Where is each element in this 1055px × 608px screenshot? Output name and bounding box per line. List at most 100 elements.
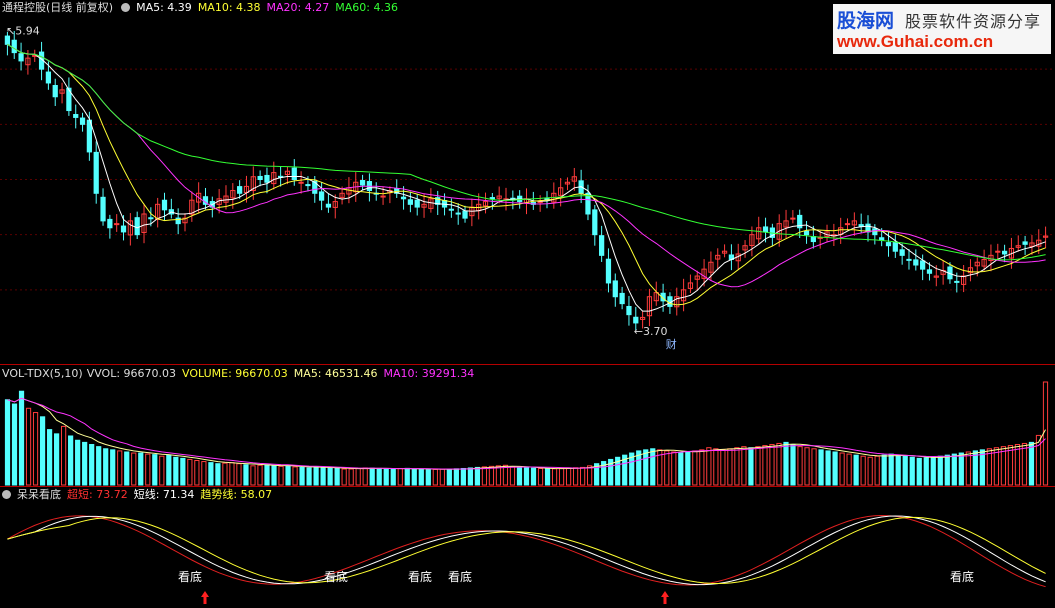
volume-bar: [699, 449, 705, 486]
volume-bar: [825, 450, 831, 486]
volume-bar: [1000, 446, 1007, 486]
volume-bar: [467, 467, 473, 486]
finance-marker: 财: [666, 337, 677, 351]
volume-bar: [530, 467, 537, 486]
volume-bar: [537, 467, 544, 486]
volume-bar: [804, 447, 810, 486]
volume-bar: [159, 455, 165, 486]
volume-bar: [446, 468, 452, 486]
volume-bar: [516, 466, 523, 486]
volume-bar: [643, 449, 649, 486]
candle-body: [913, 259, 919, 266]
candle-body: [86, 119, 92, 153]
volume-bar: [741, 446, 747, 486]
volume-bar: [25, 407, 32, 486]
volume-bar: [68, 435, 74, 486]
volume-bar: [320, 466, 326, 486]
volume-bar: [131, 452, 137, 486]
candle-body: [633, 316, 639, 324]
volume-bar: [874, 455, 880, 486]
candle-body: [11, 39, 17, 54]
volume-bar: [930, 456, 936, 486]
chart-canvas[interactable]: ↖5.94 ←3.70财 看底 看底 看底 看底 看底: [0, 0, 1055, 608]
candle-body: [762, 226, 769, 233]
candle-body: [612, 280, 618, 298]
volume-bar: [257, 464, 263, 486]
volume-bar: [916, 457, 922, 486]
volume-bar: [888, 453, 894, 486]
volume-bar: [832, 451, 838, 486]
candle-body: [810, 236, 816, 243]
candle-body: [45, 71, 52, 84]
volume-bar: [565, 467, 572, 486]
volume-bar: [818, 449, 824, 486]
volume-bar: [881, 454, 887, 486]
candle-body: [926, 269, 933, 274]
volume-bar: [720, 449, 726, 486]
volume-bar: [285, 465, 291, 486]
volume-bar: [341, 468, 347, 486]
volume-bar: [278, 465, 284, 486]
volume-bar: [362, 467, 368, 486]
volume-bar: [173, 456, 179, 486]
volume-bar: [937, 455, 943, 486]
volume-bar: [923, 457, 929, 486]
volume-bar: [762, 445, 768, 486]
candle-body: [18, 53, 24, 62]
volume-bar: [215, 463, 221, 486]
candle-body: [380, 195, 386, 198]
volume-bar: [306, 467, 312, 486]
volume-bar: [748, 447, 754, 486]
candle-body: [899, 249, 905, 256]
candle-body: [954, 280, 960, 283]
volume-bar: [558, 467, 565, 486]
candle-body: [120, 225, 127, 233]
chaoduan-line: [7, 514, 1046, 588]
volume-bar: [895, 454, 901, 486]
volume-bar: [53, 433, 60, 486]
volume-bar: [1007, 445, 1014, 486]
price-grid: [0, 68, 1055, 291]
candle-body: [455, 212, 461, 215]
volume-bar: [965, 451, 971, 486]
volume-bar: [797, 446, 803, 486]
kandi-annotation: 看底: [408, 569, 432, 584]
volume-bar: [243, 464, 249, 486]
buy-arrow-icon: [661, 591, 669, 604]
candle-body: [995, 250, 1001, 253]
candle-body: [462, 210, 468, 219]
candle-body: [107, 218, 113, 229]
candle-body: [359, 180, 366, 186]
candle-body: [325, 203, 332, 208]
qushi-line: [7, 516, 1046, 585]
volume-bar: [495, 465, 502, 486]
candle-body: [790, 217, 796, 220]
indicator-annotations: 看底 看底 看底 看底 看底: [178, 569, 974, 604]
volume-bar: [734, 447, 740, 486]
buy-arrow-icon: [201, 591, 209, 604]
volume-bar: [166, 454, 172, 486]
candle-body: [134, 217, 140, 236]
volume-bar: [18, 390, 25, 486]
volume-bar: [972, 450, 978, 486]
volume-bar: [551, 468, 558, 486]
volume-bar: [201, 461, 207, 486]
volume-bar: [909, 456, 915, 486]
volume-bar: [194, 459, 200, 486]
volume-bar: [776, 442, 782, 486]
volume-bar: [236, 463, 242, 486]
high-price-marker: ↖5.94: [6, 24, 40, 37]
candle-body: [264, 174, 270, 183]
candle-body: [93, 151, 99, 194]
volume-bar: [32, 412, 39, 486]
volume-bar: [811, 448, 817, 486]
volume-bar: [264, 464, 270, 486]
volume-bar: [453, 468, 459, 486]
volume-bar: [82, 441, 88, 486]
volume-bar: [117, 450, 123, 486]
volume-bar: [271, 465, 277, 486]
volume-bar: [650, 448, 656, 486]
volume-bar: [313, 466, 319, 486]
volume-bar: [348, 468, 354, 486]
candle-body: [79, 117, 86, 125]
